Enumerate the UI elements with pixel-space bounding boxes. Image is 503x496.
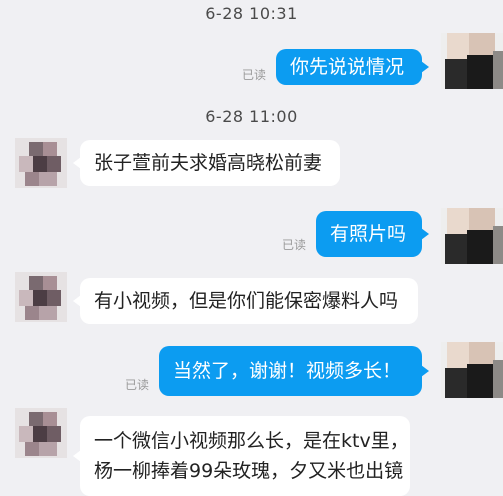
message-line: 杨一柳捧着99朵玫瑰，夕又米也出镜 — [94, 460, 404, 482]
timestamp: 6-28 10:31 — [205, 4, 298, 23]
self-avatar-icon[interactable] — [441, 342, 503, 398]
message-line: 一个微信小视频那么长，是在ktv里， — [94, 430, 409, 452]
contact-avatar-icon[interactable] — [15, 272, 67, 322]
message-bubble-incoming[interactable]: 有小视频，但是你们能保密爆料人吗 — [73, 278, 418, 324]
self-avatar-icon[interactable] — [441, 208, 503, 264]
timestamp: 6-28 11:00 — [205, 107, 298, 126]
read-status: 已读 — [125, 378, 150, 392]
read-status: 已读 — [282, 238, 307, 252]
message-bubble-incoming[interactable]: 一个微信小视频那么长，是在ktv里， 杨一柳捧着99朵玫瑰，夕又米也出镜 — [73, 416, 410, 496]
message-bubble-outgoing[interactable]: 有照片吗 — [316, 211, 429, 257]
message-bubble-outgoing[interactable]: 当然了，谢谢！视频多长！ — [159, 346, 429, 396]
contact-avatar-icon[interactable] — [15, 138, 67, 188]
message-bubble-incoming[interactable]: 张子萱前夫求婚高晓松前妻 — [73, 140, 340, 186]
self-avatar-icon[interactable] — [441, 33, 503, 89]
read-status: 已读 — [242, 68, 267, 82]
message-bubble-outgoing[interactable]: 你先说说情况 — [276, 49, 429, 85]
contact-avatar-icon[interactable] — [15, 408, 67, 458]
